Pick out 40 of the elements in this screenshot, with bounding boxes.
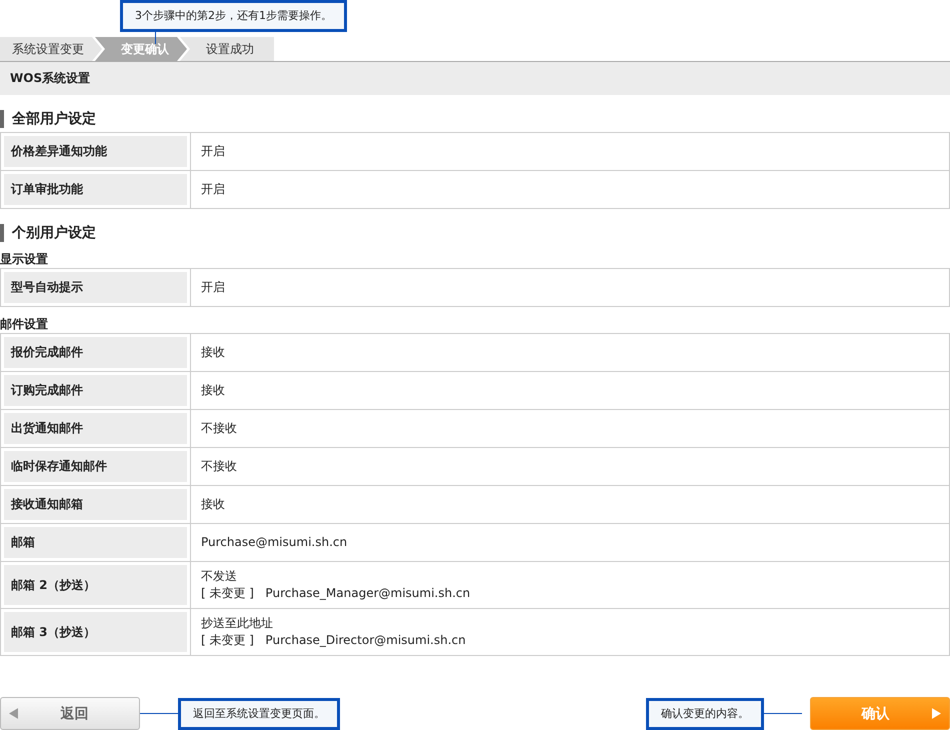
label-cell: 临时保存通知邮件 (4, 451, 187, 482)
page-title: WOS系统设置 (0, 62, 950, 95)
value-text: 接收 (201, 344, 226, 361)
right-triangle-icon (932, 708, 941, 719)
value-text: 开启 (201, 143, 226, 160)
label-cell: 报价完成邮件 (4, 337, 187, 368)
label-cell: 价格差异通知功能 (4, 136, 187, 167)
value-text: 接收 (201, 382, 226, 399)
hint-callout: 确认变更的内容。 (646, 698, 764, 730)
value-text: 不接收 (201, 458, 238, 475)
value-text: [ 未变更 ] Purchase_Manager@misumi.sh.cn (201, 585, 472, 602)
label-cell: 型号自动提示 (4, 272, 187, 303)
leader-line (155, 30, 156, 44)
section-heading: 全部用户设定 (0, 110, 950, 128)
hint-callout: 返回至系统设置变更页面。 (178, 698, 340, 730)
step-tab[interactable]: 系统设置变更 (0, 37, 102, 61)
label-cell: 出货通知邮件 (4, 413, 187, 444)
value-text: 不发送 (201, 568, 238, 585)
left-triangle-icon (9, 708, 18, 719)
label-cell: 订单审批功能 (4, 174, 187, 205)
label-cell: 邮箱 3（抄送） (4, 612, 187, 652)
value-text: 接收 (201, 496, 226, 513)
step-tab[interactable]: 设置成功 (180, 37, 274, 61)
subsection-heading: 显示设置 (0, 252, 49, 266)
leader-line (764, 713, 802, 714)
back-button[interactable]: 返回 (0, 697, 140, 730)
subsection-heading: 邮件设置 (0, 317, 49, 331)
label-cell: 邮箱 (4, 527, 187, 558)
label-cell: 接收通知邮箱 (4, 489, 187, 520)
value-text: 开启 (201, 279, 226, 296)
leader-line (140, 713, 178, 714)
label-cell: 订购完成邮件 (4, 375, 187, 406)
value-text: 不接收 (201, 420, 238, 437)
value-text: 抄送至此地址 (201, 615, 274, 632)
hint-callout: 3个步骤中的第2步，还有1步需要操作。 (120, 0, 347, 32)
value-text: 开启 (201, 181, 226, 198)
value-text: [ 未变更 ] Purchase_Director@misumi.sh.cn (201, 632, 467, 649)
section-heading: 个别用户设定 (0, 224, 950, 242)
label-cell: 邮箱 2（抄送） (4, 565, 187, 605)
value-text: Purchase@misumi.sh.cn (201, 534, 348, 551)
